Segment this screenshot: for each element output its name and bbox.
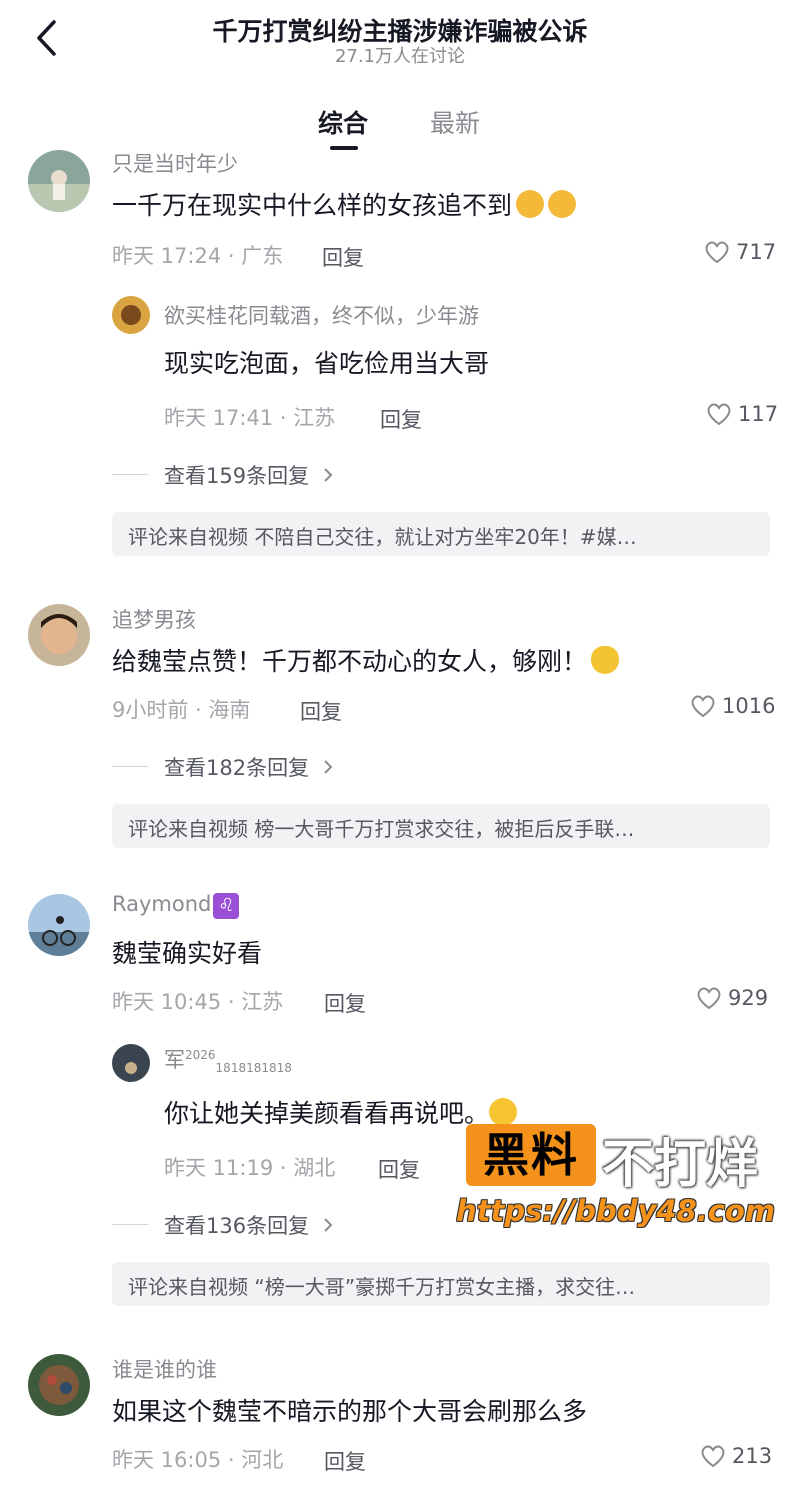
view-more-replies[interactable]: 查看159条回复 xyxy=(164,460,337,490)
like-button[interactable]: 717 xyxy=(704,240,776,264)
like-count: 717 xyxy=(736,240,777,264)
view-more-label: 查看136条回复 xyxy=(164,1214,310,1238)
comment-meta: 昨天 17:24 · 广东 xyxy=(112,244,284,268)
comment-username: Raymond ♌ xyxy=(112,892,240,919)
tab-comprehensive[interactable]: 综合 xyxy=(318,104,368,140)
reply-button[interactable]: 回复 xyxy=(324,1446,366,1476)
comment-username[interactable]: 只是当时年少 xyxy=(112,148,238,178)
username-superscript: 2026 xyxy=(185,1048,216,1062)
avatar[interactable] xyxy=(28,1354,90,1416)
username-subscript: 1818181818 xyxy=(215,1061,292,1076)
active-tab-indicator xyxy=(330,146,358,150)
comment-text: 一千万在现实中什么样的女孩追不到 xyxy=(112,186,577,222)
comment-username[interactable]: 追梦男孩 xyxy=(112,604,196,634)
chevron-right-icon xyxy=(324,468,333,482)
zodiac-badge: ♌ xyxy=(213,893,240,919)
like-count: 117 xyxy=(738,402,779,426)
reply-meta: 昨天 11:19 · 湖北 xyxy=(164,1156,336,1180)
avatar[interactable] xyxy=(28,604,90,666)
comment-text: 给魏莹点赞！千万都不动心的女人，够刚！ xyxy=(112,642,620,678)
username-text[interactable]: Raymond xyxy=(112,892,211,916)
heart-icon xyxy=(705,241,729,264)
avatar[interactable] xyxy=(112,1044,150,1082)
comment-text-content: 给魏莹点赞！千万都不动心的女人，够刚！ xyxy=(112,647,588,676)
reply-button[interactable]: 回复 xyxy=(322,242,364,272)
comment-text-content: 一千万在现实中什么样的女孩追不到 xyxy=(112,191,513,220)
comment-username[interactable]: 谁是谁的谁 xyxy=(112,1354,217,1384)
top-bar: 千万打赏纠纷主播涉嫌诈骗被公诉 27.1万人在讨论 xyxy=(0,0,800,80)
video-source[interactable]: 评论来自视频 榜一大哥千万打赏求交往，被拒后反手联… xyxy=(112,804,770,848)
comment-meta: 昨天 16:05 · 河北 xyxy=(112,1448,284,1472)
kiss-emoji xyxy=(548,190,577,218)
comment-text: 如果这个魏莹不暗示的那个大哥会刷那么多 xyxy=(112,1397,588,1426)
avatar[interactable] xyxy=(112,296,150,334)
reply-username[interactable]: 欲买桂花同载酒，终不似，少年游 xyxy=(164,300,479,330)
reply-button[interactable]: 回复 xyxy=(324,988,366,1018)
avatar[interactable] xyxy=(28,150,90,212)
comment-meta: 昨天 10:45 · 江苏 xyxy=(112,990,284,1014)
divider xyxy=(112,1224,148,1225)
divider xyxy=(112,474,148,475)
watermark-text: 不打烊 xyxy=(602,1135,759,1195)
view-more-label: 查看182条回复 xyxy=(164,756,310,780)
comment-text: 魏莹确实好看 xyxy=(112,939,263,968)
reply-text: 你让她关掉美颜看看再说吧。 xyxy=(164,1094,518,1130)
heart-icon xyxy=(701,1445,725,1468)
like-count: 929 xyxy=(728,986,769,1010)
reply-username: 军20261818181818 xyxy=(164,1044,292,1075)
kiss-emoji xyxy=(516,190,545,218)
view-more-replies[interactable]: 查看182条回复 xyxy=(164,752,337,782)
heart-icon xyxy=(697,987,721,1010)
reply-text: 现实吃泡面，省吃俭用当大哥 xyxy=(164,349,490,378)
reply-button[interactable]: 回复 xyxy=(300,696,342,726)
watermark-url: https://bbdy48.com xyxy=(456,1194,776,1228)
reply-button[interactable]: 回复 xyxy=(378,1154,420,1184)
like-button[interactable]: 117 xyxy=(706,402,778,426)
like-button[interactable]: 929 xyxy=(696,986,768,1010)
heart-icon xyxy=(691,695,715,718)
divider xyxy=(112,766,148,767)
chevron-right-icon xyxy=(324,1218,333,1232)
tab-latest[interactable]: 最新 xyxy=(430,104,480,140)
chevron-right-icon xyxy=(324,760,333,774)
like-count: 1016 xyxy=(722,694,776,718)
view-more-replies[interactable]: 查看136条回复 xyxy=(164,1210,337,1240)
tab-bar: 综合 最新 xyxy=(0,96,800,154)
comment-meta: 9小时前 · 海南 xyxy=(112,698,251,722)
reply-button[interactable]: 回复 xyxy=(380,404,422,434)
video-source[interactable]: 评论来自视频 不陪自己交往，就让对方坐牢20年！#媒… xyxy=(112,512,770,556)
video-source[interactable]: 评论来自视频 “榜一大哥”豪掷千万打赏女主播，求交往… xyxy=(112,1262,770,1306)
like-button[interactable]: 213 xyxy=(700,1444,772,1468)
heart-icon xyxy=(707,403,731,426)
watermark-logo: 黑料 xyxy=(466,1124,596,1186)
reply-meta: 昨天 17:41 · 江苏 xyxy=(164,406,336,430)
reply-text-content: 你让她关掉美颜看看再说吧。 xyxy=(164,1099,490,1128)
discussion-count: 27.1万人在讨论 xyxy=(334,46,466,67)
username-text[interactable]: 军 xyxy=(164,1048,185,1072)
laugh-cry-emoji xyxy=(489,1098,518,1126)
gourd-emoji xyxy=(591,646,620,674)
view-more-label: 查看159条回复 xyxy=(164,464,310,488)
like-button[interactable]: 1016 xyxy=(690,694,775,718)
avatar[interactable] xyxy=(28,894,90,956)
like-count: 213 xyxy=(732,1444,773,1468)
